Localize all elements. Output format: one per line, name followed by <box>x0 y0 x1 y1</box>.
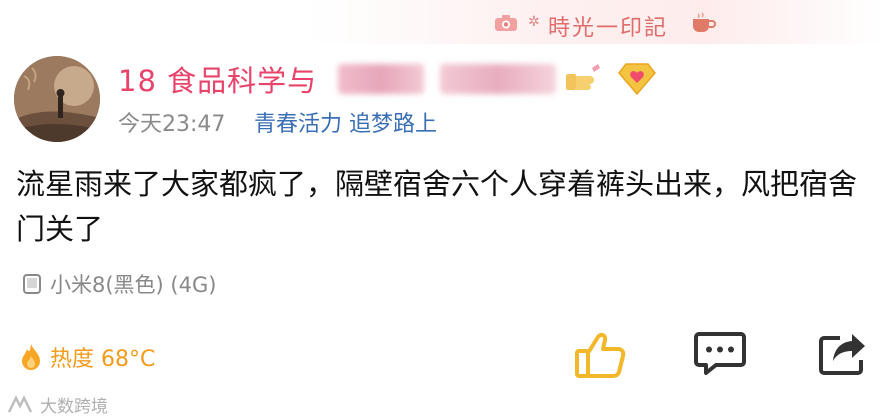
watermark: 大数跨境 <box>6 392 108 417</box>
post-time: 今天23:47 <box>118 112 226 137</box>
decorative-banner-text: 時光一印記 <box>548 16 669 41</box>
comment-icon <box>694 332 746 375</box>
device-info: 小米8(黑色) (4G) <box>22 270 216 298</box>
heat-indicator: 热度 68°C <box>20 341 155 373</box>
username[interactable]: 18 食品科学与 <box>118 58 317 100</box>
like-button[interactable] <box>572 330 628 380</box>
username-blurred <box>440 64 556 94</box>
heat-label: 热度 68°C <box>50 347 156 372</box>
thumbs-up-icon <box>575 332 626 378</box>
username-blurred <box>338 64 424 94</box>
diamond-badge-icon <box>618 63 656 96</box>
watermark-text: 大数跨境 <box>40 397 108 417</box>
phone-icon <box>23 274 41 294</box>
share-button[interactable] <box>818 330 868 376</box>
comment-button[interactable] <box>694 330 746 376</box>
sparkle-icon: ✲ <box>528 14 540 30</box>
camera-icon <box>495 15 517 31</box>
device-label: 小米8(黑色) (4G) <box>50 273 217 297</box>
watermark-logo-icon <box>7 394 33 413</box>
avatar[interactable] <box>14 56 100 142</box>
post-content: 流星雨来了大家都疯了，隔壁宿舍六个人穿着裤头出来，风把宿舍门关了 <box>16 167 858 246</box>
cup-icon <box>693 12 716 32</box>
post-source[interactable]: 青春活力 追梦路上 <box>254 106 437 138</box>
share-icon <box>819 334 865 375</box>
flame-icon <box>22 344 40 370</box>
decorative-banner <box>0 0 886 44</box>
hand-badge-icon <box>566 64 600 90</box>
